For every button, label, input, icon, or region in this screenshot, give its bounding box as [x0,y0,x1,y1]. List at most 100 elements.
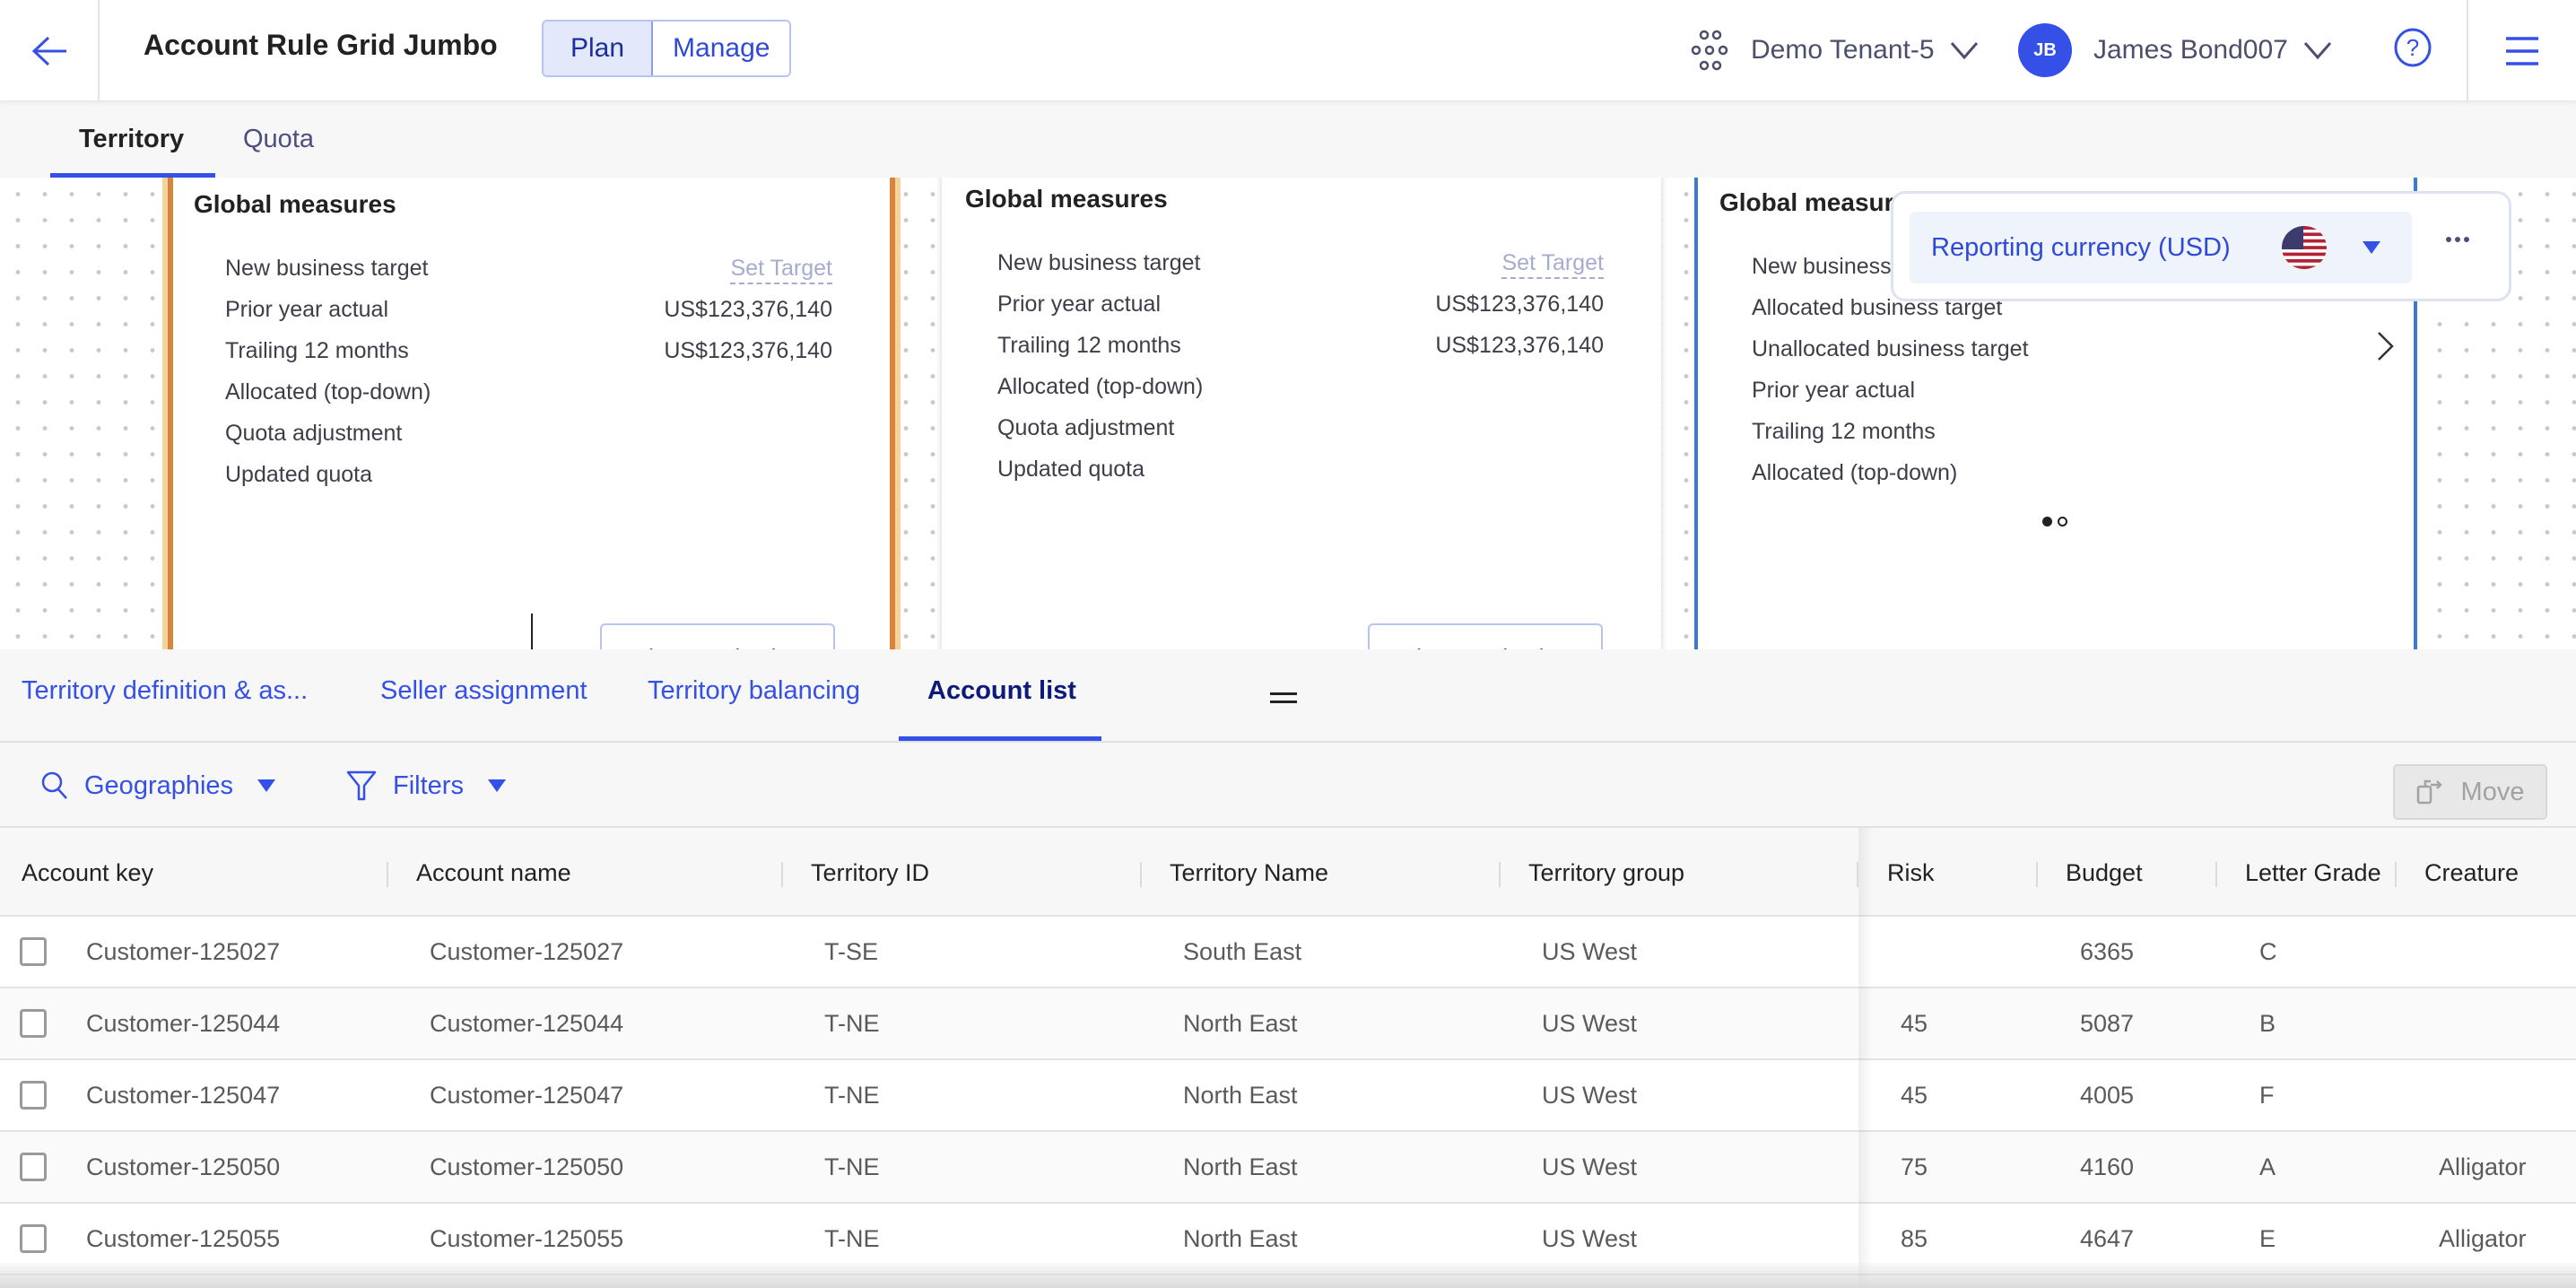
set-target-text[interactable]: Set Target [1501,250,1604,279]
column-resize-handle[interactable] [781,862,783,887]
measures-card[interactable]: Global measures New business target Set … [942,178,1661,649]
card-title: Global measures [965,185,1168,213]
tab-seller-assignment[interactable]: Seller assignment [380,676,587,706]
cell-risk: 85 [1901,1225,1928,1252]
column-resize-handle[interactable] [1857,862,1858,887]
column-header-account-key[interactable]: Account key [22,859,153,887]
cell-account-key: Customer-125050 [86,1153,281,1180]
column-resize-handle[interactable] [1499,862,1501,887]
cell-budget: 4160 [2080,1153,2135,1180]
back-button[interactable] [0,0,100,101]
column-resize-handle[interactable] [2036,862,2038,887]
filters-dropdown[interactable]: Filters [346,768,507,804]
measure-label: Prior year actual [225,297,389,322]
chevron-down-icon [1950,42,1978,60]
page-dot[interactable] [2058,517,2067,527]
measure-label: Trailing 12 months [1752,419,1936,444]
table-header: Account key Account name Territory ID Te… [0,828,2576,917]
tab-territory-definition[interactable]: Territory definition & as... [22,676,308,706]
measure-label: Prior year actual [997,292,1162,317]
measure-label: New business target [225,256,429,281]
measure-label: Prior year actual [1752,378,1916,403]
cell-account-key: Customer-125027 [86,938,281,965]
column-header-territory-id[interactable]: Territory ID [811,859,929,887]
more-options-button[interactable] [2446,237,2469,242]
row-checkbox[interactable] [20,937,47,966]
set-target-text[interactable]: Set Target [730,256,832,284]
plan-territories-button[interactable]: Plan Territories [1368,623,1603,649]
measure-label: Allocated (top-down) [1752,460,1958,485]
cell-territory-id: T-NE [824,1010,880,1037]
manage-mode-button[interactable]: Manage [653,22,789,75]
table-row[interactable]: Customer-125047 Customer-125047 T-NE Nor… [0,1060,2576,1132]
table-row[interactable]: Customer-125027 Customer-125027 T-SE Sou… [0,917,2576,988]
subtab-territory[interactable]: Territory [79,125,184,154]
filters-label: Filters [393,770,464,800]
hierarchy-connector-line [531,614,533,649]
page-title: Account Rule Grid Jumbo [144,29,498,61]
column-header-letter-grade[interactable]: Letter Grade [2245,859,2381,887]
measure-label: Updated quota [997,457,1145,482]
measure-value: US$123,376,140 [664,297,832,322]
set-target-link[interactable]: Set Target [730,256,832,284]
caret-down-icon [487,779,506,792]
active-tab-indicator [899,736,1101,741]
tenant-selector[interactable]: Demo Tenant-5 [1690,25,1980,75]
column-header-creature[interactable]: Creature [2424,859,2519,887]
page-dot-active[interactable] [2042,517,2052,527]
tab-account-list[interactable]: Account list [927,676,1076,706]
cell-territory-id: T-NE [824,1153,880,1180]
set-target-link[interactable]: Set Target [1501,250,1604,279]
move-button[interactable]: Move [2393,764,2547,820]
main-menu-button[interactable] [2467,0,2576,101]
row-checkbox[interactable] [20,1153,47,1181]
panel-resize-handle[interactable] [1270,692,1297,709]
cell-letter-grade: F [2259,1082,2275,1109]
measure-value: US$123,376,140 [664,338,832,363]
column-header-territory-name[interactable]: Territory Name [1170,859,1328,887]
help-button[interactable]: ? [2393,27,2432,73]
column-header-budget[interactable]: Budget [2066,859,2143,887]
row-checkbox[interactable] [20,1224,47,1253]
cell-account-name: Customer-125047 [430,1082,624,1109]
table-row[interactable]: Customer-125050 Customer-125050 T-NE Nor… [0,1132,2576,1204]
cell-letter-grade: C [2259,938,2277,965]
geographies-dropdown[interactable]: Geographies [41,768,276,804]
detail-tabs: Territory definition & as... Seller assi… [0,649,2576,743]
measure-value: US$123,376,140 [1435,333,1604,358]
account-list-toolbar: Geographies Filters Move [0,743,2576,828]
plan-territories-button[interactable]: Plan Territories [600,623,835,649]
reporting-currency-dropdown[interactable]: Reporting currency (USD) [1910,212,2412,283]
measure-value: US$123,376,140 [1435,292,1604,317]
measure-label: Quota adjustment [997,415,1175,440]
column-resize-handle[interactable] [1140,862,1142,887]
move-icon [2416,779,2442,805]
column-resize-handle[interactable] [387,862,388,887]
measure-label: Unallocated business target [1752,336,2029,361]
row-checkbox[interactable] [20,1009,47,1038]
plan-mode-button[interactable]: Plan [544,22,654,75]
user-menu[interactable]: JB James Bond007 [2018,23,2333,77]
cell-territory-id: T-NE [824,1225,880,1252]
cell-risk: 45 [1901,1082,1928,1109]
subtab-quota[interactable]: Quota [243,125,314,154]
more-dot-icon [2455,237,2460,242]
chevron-right-icon[interactable] [2376,330,2396,362]
table-row[interactable]: Customer-125044 Customer-125044 T-NE Nor… [0,988,2576,1060]
column-header-territory-group[interactable]: Territory group [1528,859,1684,887]
column-header-account-name[interactable]: Account name [416,859,571,887]
search-icon [41,771,67,799]
mode-toggle: Plan Manage [542,20,792,77]
column-resize-handle[interactable] [2395,862,2397,887]
cell-budget: 6365 [2080,938,2135,965]
measures-card-selected[interactable]: Global measures New business target Set … [168,178,895,649]
row-checkbox[interactable] [20,1081,47,1110]
column-header-risk[interactable]: Risk [1887,859,1935,887]
column-resize-handle[interactable] [2215,862,2217,887]
cell-territory-group: US West [1542,1153,1638,1180]
cell-account-name: Customer-125027 [430,938,624,965]
move-label: Move [2460,777,2525,806]
tab-territory-balancing[interactable]: Territory balancing [648,676,860,706]
cell-account-name: Customer-125050 [430,1153,624,1180]
plan-subtabs: Territory Quota [0,101,2576,178]
